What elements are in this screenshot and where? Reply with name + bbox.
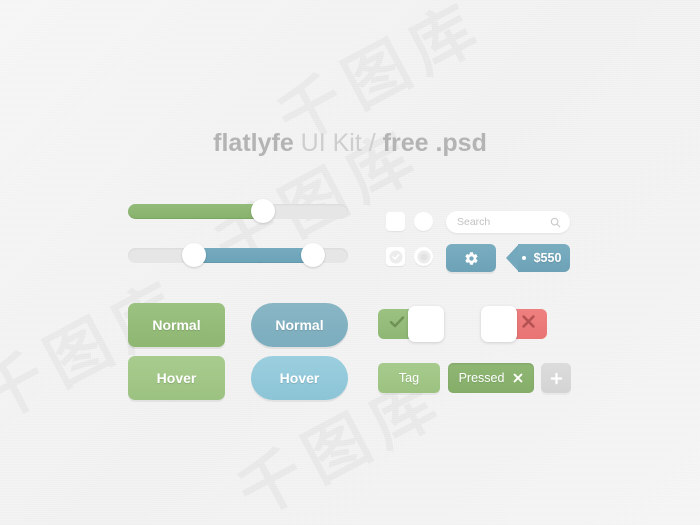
volume-slider[interactable] [128,199,348,223]
page-title: flatlyfe UI Kit / free .psd [0,128,700,158]
button-blue-hover[interactable]: Hover [251,356,348,400]
radio-unselected[interactable] [414,212,433,231]
slider-handle[interactable] [251,199,275,223]
plus-icon [550,372,563,385]
tag-chip-normal[interactable]: Tag [378,363,440,393]
button-green-hover[interactable]: Hover [128,356,225,400]
radio-selected[interactable] [414,247,433,266]
tag-chip-pressed[interactable]: Pressed [448,363,534,393]
ui-kit-canvas: 千图库 千图库 千图库 千图库 flatlyfe UI Kit / free .… [0,0,700,525]
checkbox-unchecked[interactable] [386,212,405,231]
gear-icon [464,251,479,266]
toggle-knob[interactable] [408,306,444,342]
button-blue-normal[interactable]: Normal [251,303,348,347]
close-icon [521,314,536,334]
slider-fill [128,204,261,219]
tag-chip-label: Pressed [458,371,505,385]
check-icon [389,250,402,263]
add-tag-button[interactable] [541,363,571,393]
checkbox-checked[interactable] [386,247,405,266]
toggle-knob[interactable] [481,306,517,342]
slider-handle-right[interactable] [301,243,325,267]
price-tag-label: $550 [533,251,562,265]
search-icon[interactable] [550,217,561,228]
search-input[interactable]: Search [446,211,570,233]
slider-handle-left[interactable] [182,243,206,267]
check-icon [389,315,405,334]
price-tag-button[interactable]: $550 [506,244,570,272]
toggle-switch-off[interactable] [481,306,547,342]
radio-dot-icon [417,250,430,263]
slider-fill [194,248,313,263]
search-placeholder: Search [457,216,491,228]
page-title-middle: UI Kit / [293,129,383,157]
button-green-normal[interactable]: Normal [128,303,225,347]
close-icon[interactable] [513,373,523,383]
range-slider[interactable] [128,243,348,267]
toggle-switch-on[interactable] [378,306,444,342]
settings-button[interactable] [446,244,496,272]
tag-hole-icon [522,256,526,260]
background-texture [0,0,700,525]
page-title-suffix: free .psd [382,129,487,157]
page-title-brand: flatlyfe [213,129,294,157]
